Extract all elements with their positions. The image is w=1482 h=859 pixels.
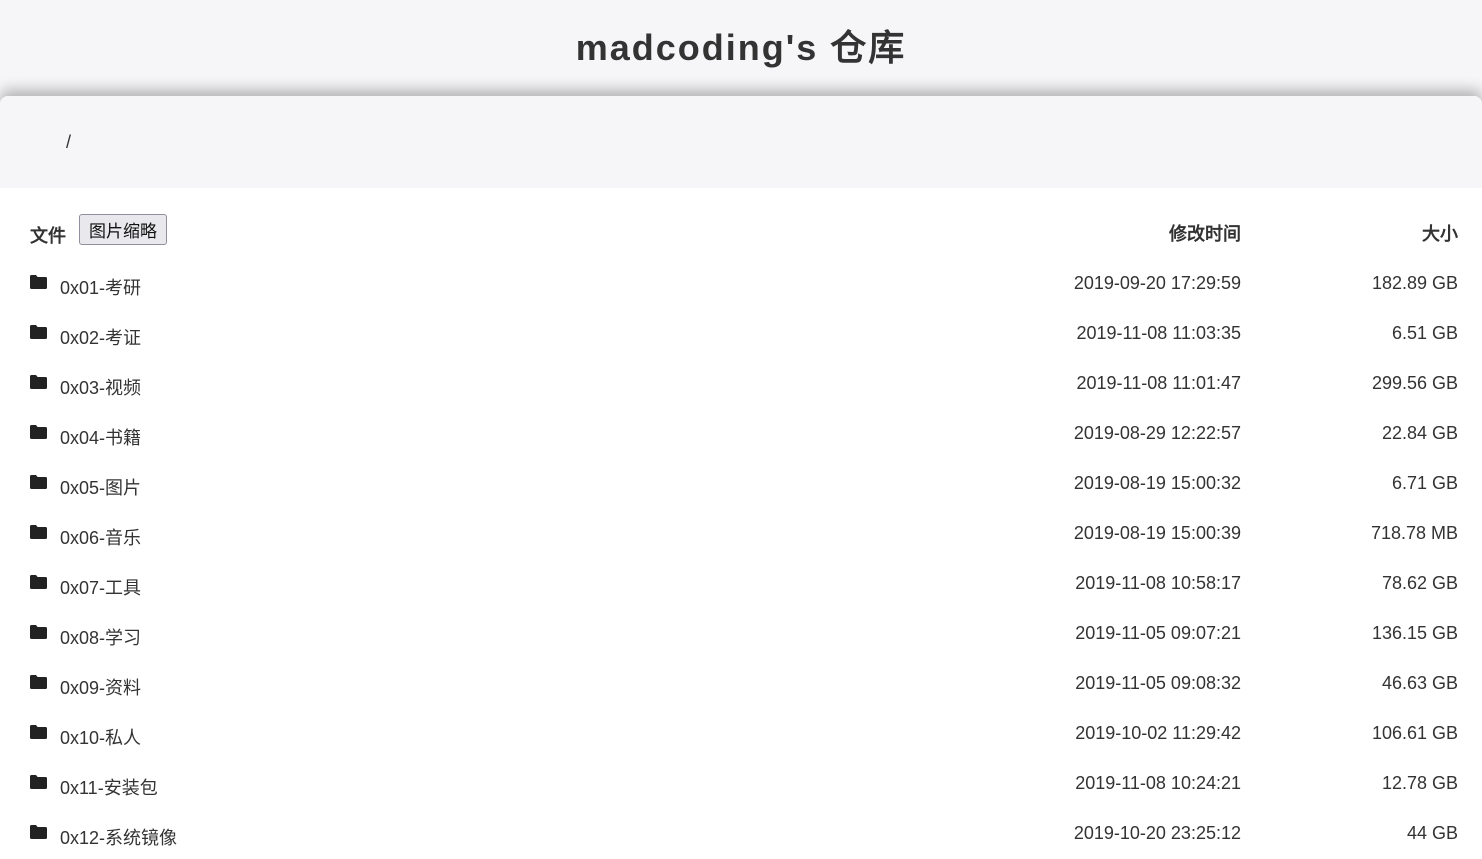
- file-size: 718.78 MB: [1370, 523, 1458, 543]
- size-column-header[interactable]: 大小: [1422, 220, 1458, 246]
- file-modified-time: 2019-11-05 09:07:21: [1075, 623, 1241, 643]
- file-name-link[interactable]: 0x01-考研: [60, 274, 141, 300]
- file-size: 44 GB: [1406, 823, 1458, 843]
- table-row[interactable]: 0x12-系统镜像 2019-10-20 23:25:12 44 GB: [0, 810, 1482, 859]
- file-name-link[interactable]: 0x06-音乐: [60, 524, 141, 550]
- folder-icon: [30, 425, 47, 439]
- file-size: 6.71 GB: [1391, 473, 1458, 493]
- file-name-link[interactable]: 0x04-书籍: [60, 424, 141, 450]
- breadcrumb: /: [0, 96, 1482, 188]
- file-size: 22.84 GB: [1381, 423, 1458, 443]
- table-row[interactable]: 0x10-私人 2019-10-02 11:29:42 106.61 GB: [0, 710, 1482, 760]
- file-name-link[interactable]: 0x08-学习: [60, 624, 141, 650]
- table-row[interactable]: 0x04-书籍 2019-08-29 12:22:57 22.84 GB: [0, 410, 1482, 460]
- file-name-link[interactable]: 0x03-视频: [60, 374, 141, 400]
- folder-icon: [30, 525, 47, 539]
- table-row[interactable]: 0x11-安装包 2019-11-08 10:24:21 12.78 GB: [0, 760, 1482, 810]
- file-modified-time: 2019-11-08 10:58:17: [1075, 573, 1241, 593]
- folder-icon: [30, 775, 47, 789]
- table-row[interactable]: 0x03-视频 2019-11-08 11:01:47 299.56 GB: [0, 360, 1482, 410]
- file-size: 46.63 GB: [1381, 673, 1458, 693]
- folder-icon: [30, 575, 47, 589]
- file-name-link[interactable]: 0x05-图片: [60, 474, 141, 500]
- table-row[interactable]: 0x01-考研 2019-09-20 17:29:59 182.89 GB: [0, 260, 1482, 310]
- folder-icon: [30, 625, 47, 639]
- folder-icon: [30, 475, 47, 489]
- file-size: 299.56 GB: [1371, 373, 1458, 393]
- file-modified-time: 2019-09-20 17:29:59: [1073, 273, 1241, 293]
- file-modified-time: 2019-11-08 10:24:21: [1075, 773, 1241, 793]
- file-name-link[interactable]: 0x10-私人: [60, 724, 141, 750]
- table-row[interactable]: 0x05-图片 2019-08-19 15:00:32 6.71 GB: [0, 460, 1482, 510]
- file-size: 182.89 GB: [1371, 273, 1458, 293]
- table-row[interactable]: 0x06-音乐 2019-08-19 15:00:39 718.78 MB: [0, 510, 1482, 560]
- file-modified-time: 2019-11-08 11:01:47: [1076, 373, 1241, 393]
- table-row[interactable]: 0x09-资料 2019-11-05 09:08:32 46.63 GB: [0, 660, 1482, 710]
- file-size: 12.78 GB: [1381, 773, 1458, 793]
- breadcrumb-root-link[interactable]: /: [66, 132, 71, 153]
- folder-icon: [30, 375, 47, 389]
- file-modified-time: 2019-11-05 09:08:32: [1075, 673, 1241, 693]
- folder-icon: [30, 275, 47, 289]
- file-modified-time: 2019-08-19 15:00:39: [1073, 523, 1241, 543]
- file-name-link[interactable]: 0x11-安装包: [60, 774, 158, 800]
- site-header: madcoding's 仓库: [0, 0, 1482, 96]
- file-list: 0x01-考研 2019-09-20 17:29:59 182.89 GB 0x…: [0, 260, 1482, 859]
- file-modified-time: 2019-08-19 15:00:32: [1073, 473, 1241, 493]
- table-row[interactable]: 0x02-考证 2019-11-08 11:03:35 6.51 GB: [0, 310, 1482, 360]
- file-modified-time: 2019-11-08 11:03:35: [1076, 323, 1241, 343]
- folder-icon: [30, 825, 47, 839]
- file-size: 6.51 GB: [1391, 323, 1458, 343]
- file-modified-time: 2019-10-20 23:25:12: [1073, 823, 1241, 843]
- main-card: / 文件 图片缩略 修改时间 大小 0x01-考研 2019-09-20 17:…: [0, 96, 1482, 859]
- file-name-link[interactable]: 0x12-系统镜像: [60, 824, 177, 850]
- file-modified-time: 2019-10-02 11:29:42: [1075, 723, 1241, 743]
- folder-icon: [30, 325, 47, 339]
- folder-icon: [30, 675, 47, 689]
- file-name-link[interactable]: 0x09-资料: [60, 674, 141, 700]
- list-header: 文件 图片缩略 修改时间 大小: [0, 210, 1482, 260]
- thumbnail-toggle-button[interactable]: 图片缩略: [79, 214, 167, 245]
- file-name-link[interactable]: 0x07-工具: [60, 574, 141, 600]
- site-title: madcoding's 仓库: [575, 27, 907, 68]
- file-size: 136.15 GB: [1371, 623, 1458, 643]
- file-column-header[interactable]: 文件: [30, 222, 66, 248]
- file-size: 78.62 GB: [1381, 573, 1458, 593]
- modified-time-column-header[interactable]: 修改时间: [1169, 220, 1241, 246]
- table-row[interactable]: 0x07-工具 2019-11-08 10:58:17 78.62 GB: [0, 560, 1482, 610]
- file-modified-time: 2019-08-29 12:22:57: [1073, 423, 1241, 443]
- folder-icon: [30, 725, 47, 739]
- table-row[interactable]: 0x08-学习 2019-11-05 09:07:21 136.15 GB: [0, 610, 1482, 660]
- file-name-link[interactable]: 0x02-考证: [60, 324, 141, 350]
- file-size: 106.61 GB: [1371, 723, 1458, 743]
